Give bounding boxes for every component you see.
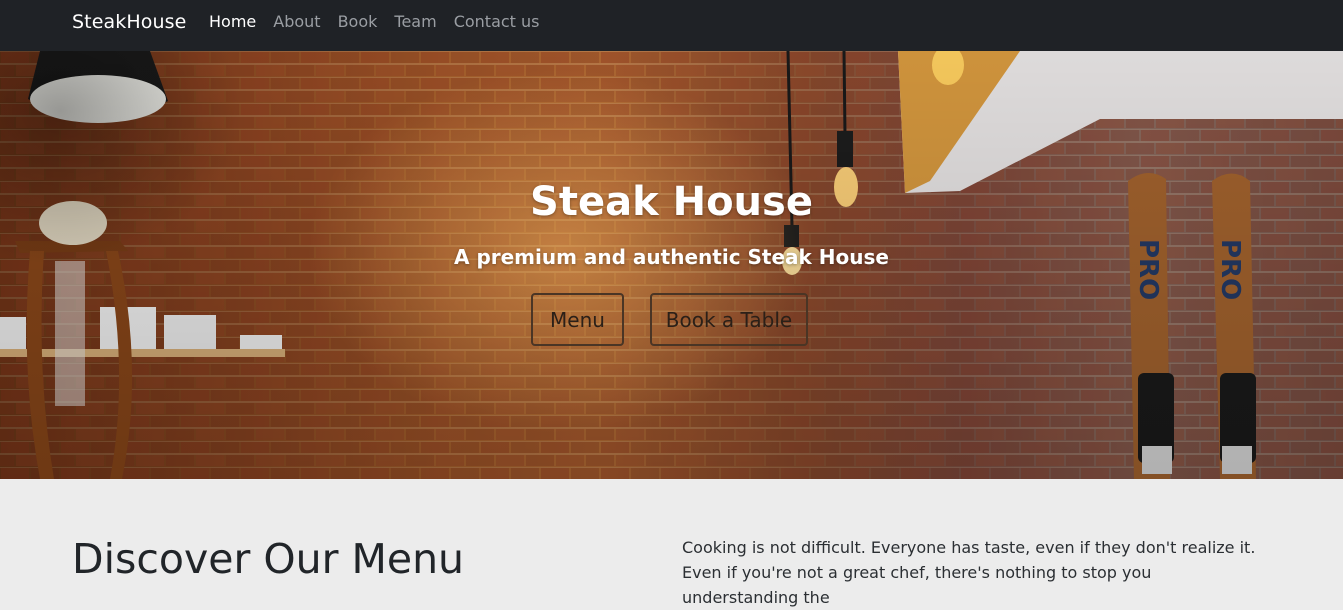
hero-banner: PRO PRO Steak House A premium and authen…	[0, 51, 1343, 479]
top-navbar: SteakHouse Home About Book Team Contact …	[0, 0, 1343, 51]
hero-buttons: Menu Book a Table	[531, 293, 808, 346]
menu-button[interactable]: Menu	[531, 293, 624, 346]
book-table-button[interactable]: Book a Table	[650, 293, 808, 346]
section-description: Cooking is not difficult. Everyone has t…	[682, 538, 1256, 607]
brand-logo-link[interactable]: SteakHouse	[72, 11, 186, 33]
section-title: Discover Our Menu	[72, 535, 465, 583]
nav-link-contact[interactable]: Contact us	[454, 12, 540, 31]
nav-link-team[interactable]: Team	[394, 12, 436, 31]
nav-link-book[interactable]: Book	[338, 12, 378, 31]
hero-subtitle: A premium and authentic Steak House	[454, 245, 889, 269]
hero-title: Steak House	[530, 179, 813, 225]
menu-intro-section: Discover Our Menu Cooking is not difficu…	[0, 479, 1343, 607]
nav-link-home[interactable]: Home	[209, 12, 256, 31]
hero-content: Steak House A premium and authentic Stea…	[0, 51, 1343, 479]
nav-links: Home About Book Team Contact us	[209, 12, 557, 31]
nav-link-about[interactable]: About	[273, 12, 320, 31]
